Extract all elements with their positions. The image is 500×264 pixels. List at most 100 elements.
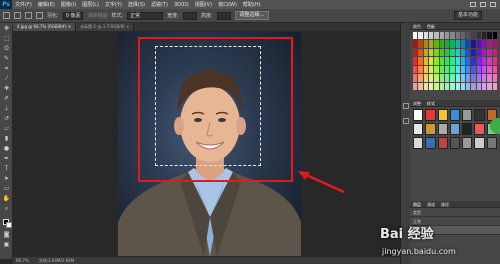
color-swatch[interactable] (466, 48, 471, 57)
color-swatch[interactable] (455, 74, 460, 82)
style-preset[interactable] (449, 123, 461, 135)
color-swatch[interactable] (439, 40, 444, 48)
color-swatch[interactable] (418, 40, 423, 48)
color-swatch[interactable] (444, 65, 450, 74)
color-swatch[interactable] (423, 48, 428, 57)
type-tool-icon[interactable]: T (2, 165, 11, 173)
color-swatch[interactable] (455, 57, 460, 65)
tab-swatches[interactable]: 色板 (427, 23, 435, 29)
color-swatch[interactable] (450, 57, 455, 65)
menu-edit[interactable]: 编辑(E) (35, 1, 58, 8)
color-swatch[interactable] (444, 40, 450, 48)
color-swatch[interactable] (471, 65, 476, 74)
tab-color[interactable]: 颜色 (413, 23, 421, 29)
color-swatch[interactable] (471, 40, 476, 48)
gradient-tool-icon[interactable]: ▮ (2, 135, 11, 143)
hand-tool-icon[interactable]: ✋ (2, 195, 11, 203)
color-swatch[interactable] (487, 32, 492, 40)
color-swatch[interactable] (492, 57, 497, 65)
color-swatch[interactable] (428, 65, 434, 74)
style-preset[interactable] (425, 123, 436, 135)
color-swatch[interactable] (418, 48, 423, 57)
color-swatch[interactable] (428, 48, 434, 57)
color-swatch[interactable] (444, 74, 450, 82)
style-preset[interactable] (474, 123, 485, 135)
style-preset[interactable] (474, 109, 485, 121)
tab-paths[interactable]: 路径 (441, 201, 449, 207)
color-swatch[interactable] (460, 48, 466, 57)
color-swatch[interactable] (482, 82, 487, 90)
color-swatch[interactable] (428, 74, 434, 82)
color-swatch[interactable] (466, 32, 471, 40)
color-swatch[interactable] (423, 57, 428, 65)
color-swatch[interactable] (439, 32, 444, 40)
color-swatch[interactable] (413, 57, 418, 65)
color-swatch[interactable] (455, 48, 460, 57)
color-swatch[interactable] (482, 74, 487, 82)
eraser-tool-icon[interactable]: ▱ (2, 125, 11, 133)
menu-image[interactable]: 图像(I) (58, 1, 79, 8)
color-swatch[interactable] (418, 82, 423, 90)
menu-window[interactable]: 窗口(W) (215, 1, 240, 8)
color-swatch[interactable] (460, 57, 466, 65)
style-preset[interactable] (437, 123, 448, 135)
color-swatch[interactable] (455, 40, 460, 48)
refine-edge-button[interactable]: 调整边缘... (234, 11, 270, 20)
color-swatch[interactable] (492, 32, 497, 40)
color-swatch[interactable] (439, 65, 444, 74)
color-swatch[interactable] (460, 32, 466, 40)
dodge-tool-icon[interactable]: ● (2, 145, 11, 153)
zoom-level[interactable]: 66.7% (16, 257, 29, 264)
menu-3d[interactable]: 3D(D) (171, 2, 192, 8)
style-preset[interactable] (486, 137, 497, 149)
color-swatch[interactable] (428, 40, 434, 48)
swatches-grid[interactable] (413, 32, 497, 90)
style-preset[interactable] (462, 109, 473, 121)
move-tool-icon[interactable]: ✥ (2, 25, 11, 33)
close-icon[interactable] (490, 2, 496, 7)
color-swatch[interactable] (450, 48, 455, 57)
shape-tool-icon[interactable]: ▭ (2, 185, 11, 193)
style-preset[interactable] (449, 137, 461, 149)
background-color-swatch[interactable] (6, 222, 12, 228)
menu-filter[interactable]: 滤镜(T) (148, 1, 171, 8)
style-preset[interactable] (413, 137, 424, 149)
color-swatch[interactable] (428, 32, 434, 40)
tab-document-2[interactable]: 未标题-1 @ 3.7(RGB/8) × (76, 23, 135, 31)
properties-panel-icon[interactable] (403, 118, 409, 124)
style-preset[interactable] (413, 109, 424, 121)
color-swatch[interactable] (476, 32, 482, 40)
style-preset[interactable] (425, 109, 436, 121)
style-preset[interactable] (474, 137, 485, 149)
color-swatch[interactable] (482, 40, 487, 48)
color-swatch[interactable] (434, 74, 439, 82)
color-swatch[interactable] (482, 57, 487, 65)
color-swatch[interactable] (455, 82, 460, 90)
color-swatch[interactable] (413, 74, 418, 82)
color-swatch[interactable] (492, 82, 497, 90)
color-swatch[interactable] (476, 82, 482, 90)
layer-kind-select[interactable]: 类型 (413, 210, 421, 215)
color-swatch[interactable] (423, 65, 428, 74)
color-swatch[interactable] (482, 32, 487, 40)
color-swatch[interactable] (423, 74, 428, 82)
color-swatch[interactable] (439, 48, 444, 57)
healing-brush-tool-icon[interactable]: ✚ (2, 85, 11, 93)
color-swatch[interactable] (487, 48, 492, 57)
color-swatch[interactable] (487, 40, 492, 48)
color-swatch[interactable] (487, 74, 492, 82)
height-input[interactable] (216, 11, 231, 20)
tab-channels[interactable]: 通道 (427, 201, 435, 207)
minimize-icon[interactable] (470, 2, 476, 7)
color-swatch[interactable] (434, 48, 439, 57)
color-swatch[interactable] (444, 57, 450, 65)
color-swatch[interactable] (428, 57, 434, 65)
color-swatch[interactable] (434, 57, 439, 65)
color-swatch[interactable] (466, 40, 471, 48)
history-panel-icon[interactable] (403, 103, 409, 109)
color-swatch[interactable] (471, 82, 476, 90)
color-swatch[interactable] (482, 65, 487, 74)
history-brush-tool-icon[interactable]: ↺ (2, 115, 11, 123)
menu-layer[interactable]: 图层(L) (79, 1, 102, 8)
tab-adjustments[interactable]: 调整 (413, 100, 421, 106)
